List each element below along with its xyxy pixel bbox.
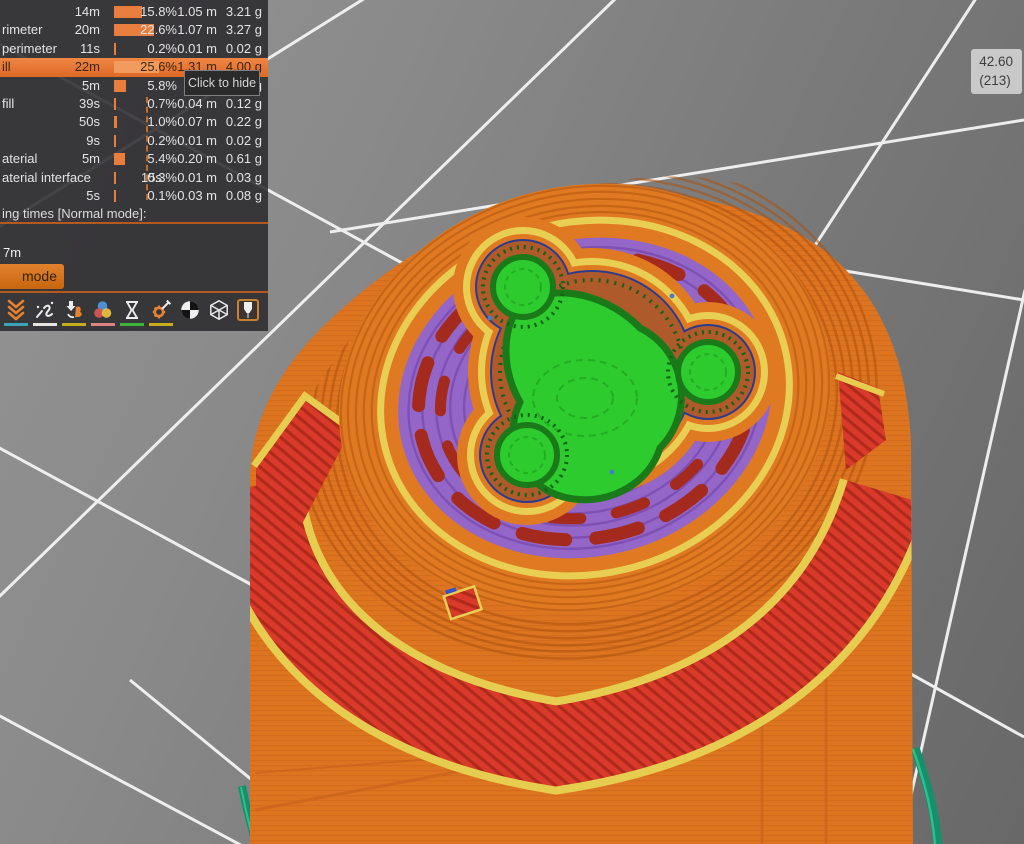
sliced-model: [250, 155, 913, 844]
feature-percent: 5.8%: [147, 77, 177, 93]
feature-weight: 0.02 g: [225, 132, 262, 148]
print-mode-button[interactable]: mode: [0, 264, 64, 289]
seams-toggle[interactable]: [179, 299, 201, 326]
toggle-underline: [33, 323, 57, 326]
toggle-underline: [4, 323, 28, 326]
print-times-header: ing times [Normal mode]:: [2, 206, 147, 221]
layer-number: (213): [979, 73, 1011, 89]
slicer-preview-window: 14m 15.8% 1.05 m 3.21 g rimeter 20m 22.6% 1.07…: [0, 0, 1024, 844]
travel-moves-icon: [7, 299, 25, 321]
feature-weight: 0.22 g: [225, 114, 262, 130]
click-to-hide-tooltip: Click to hide: [184, 70, 260, 96]
feature-weight: 0.61 g: [225, 151, 262, 167]
seams-icon: [181, 301, 199, 319]
color-changes-toggle[interactable]: [91, 299, 115, 326]
feature-weight: 0.12 g: [225, 95, 262, 111]
legend-row[interactable]: 14m 15.8% 1.05 m 3.21 g: [0, 3, 268, 21]
legend-row[interactable]: 9s 0.2% 0.01 m 0.02 g: [0, 132, 268, 150]
feature-time: 9s: [86, 132, 100, 148]
layer-slider-badge: 42.60 (213): [971, 49, 1022, 95]
layer-z-height: 42.60: [979, 54, 1013, 69]
feature-weight: 0.02 g: [225, 40, 262, 56]
legend-row[interactable]: aterial 5m 5.4% 0.20 m 0.61 g: [0, 150, 268, 168]
feature-table: 14m 15.8% 1.05 m 3.21 g rimeter 20m 22.6% 1.07…: [0, 3, 268, 205]
toggle-underline: [236, 323, 260, 326]
view-options-toolbar: [4, 299, 259, 326]
retractions-toggle[interactable]: [33, 299, 57, 326]
feature-time: 39s: [79, 95, 100, 111]
toggle-underline: [62, 323, 86, 326]
toggle-underline: [120, 323, 144, 326]
toggle-underline: [207, 323, 231, 326]
legend-row[interactable]: perimeter 11s 0.2% 0.01 m 0.02 g: [0, 40, 268, 58]
custom-gcode-icon: [152, 299, 172, 319]
separator: [0, 291, 268, 293]
legend-toggle-icon: [237, 299, 259, 321]
legend-row[interactable]: 5s 0.1% 0.03 m 0.08 g: [0, 187, 268, 205]
legend-row[interactable]: rimeter 20m 22.6% 1.07 m 3.27 g: [0, 21, 268, 39]
feature-time: 5m: [81, 151, 100, 167]
separator: [0, 222, 268, 224]
toggle-underline: [149, 323, 173, 326]
toggle-underline: [91, 323, 115, 326]
custom-gcode-toggle[interactable]: [149, 299, 173, 326]
travel-moves-toggle[interactable]: [4, 299, 28, 326]
color-changes-icon: [94, 301, 112, 318]
total-print-time: 7m: [3, 245, 22, 260]
feature-time: 5m: [81, 77, 100, 93]
bar-axis-dashed-line: [146, 97, 148, 200]
feature-time: 5s: [86, 187, 100, 203]
deretractions-icon: [66, 301, 82, 319]
feature-time: 50s: [79, 114, 100, 130]
feature-weight: 0.08 g: [225, 187, 262, 203]
pause-prints-toggle[interactable]: [120, 299, 144, 326]
retractions-icon: [36, 301, 54, 318]
pause-prints-icon: [126, 301, 138, 319]
feature-time: 14m: [74, 4, 100, 19]
legend-row[interactable]: fill 39s 0.7% 0.04 m 0.12 g: [0, 95, 268, 113]
toggle-underline: [178, 323, 202, 326]
legend-panel: 14m 15.8% 1.05 m 3.21 g rimeter 20m 22.6% 1.07…: [0, 0, 268, 331]
legend-row[interactable]: aterial interface 15s 0.3% 0.01 m 0.03 g: [0, 169, 268, 187]
feature-weight: 3.27 g: [225, 22, 262, 38]
feature-time: 20m: [74, 22, 100, 38]
deretractions-toggle[interactable]: [62, 299, 86, 326]
feature-weight: 0.03 g: [225, 169, 262, 185]
shells-toggle[interactable]: [208, 299, 230, 326]
shells-icon: [210, 300, 228, 320]
legend-toggle[interactable]: [237, 299, 259, 326]
feature-weight: 3.21 g: [225, 4, 262, 19]
legend-row[interactable]: 50s 1.0% 0.07 m 0.22 g: [0, 113, 268, 131]
feature-time: 11s: [80, 40, 100, 56]
feature-time: 22m: [74, 59, 100, 75]
